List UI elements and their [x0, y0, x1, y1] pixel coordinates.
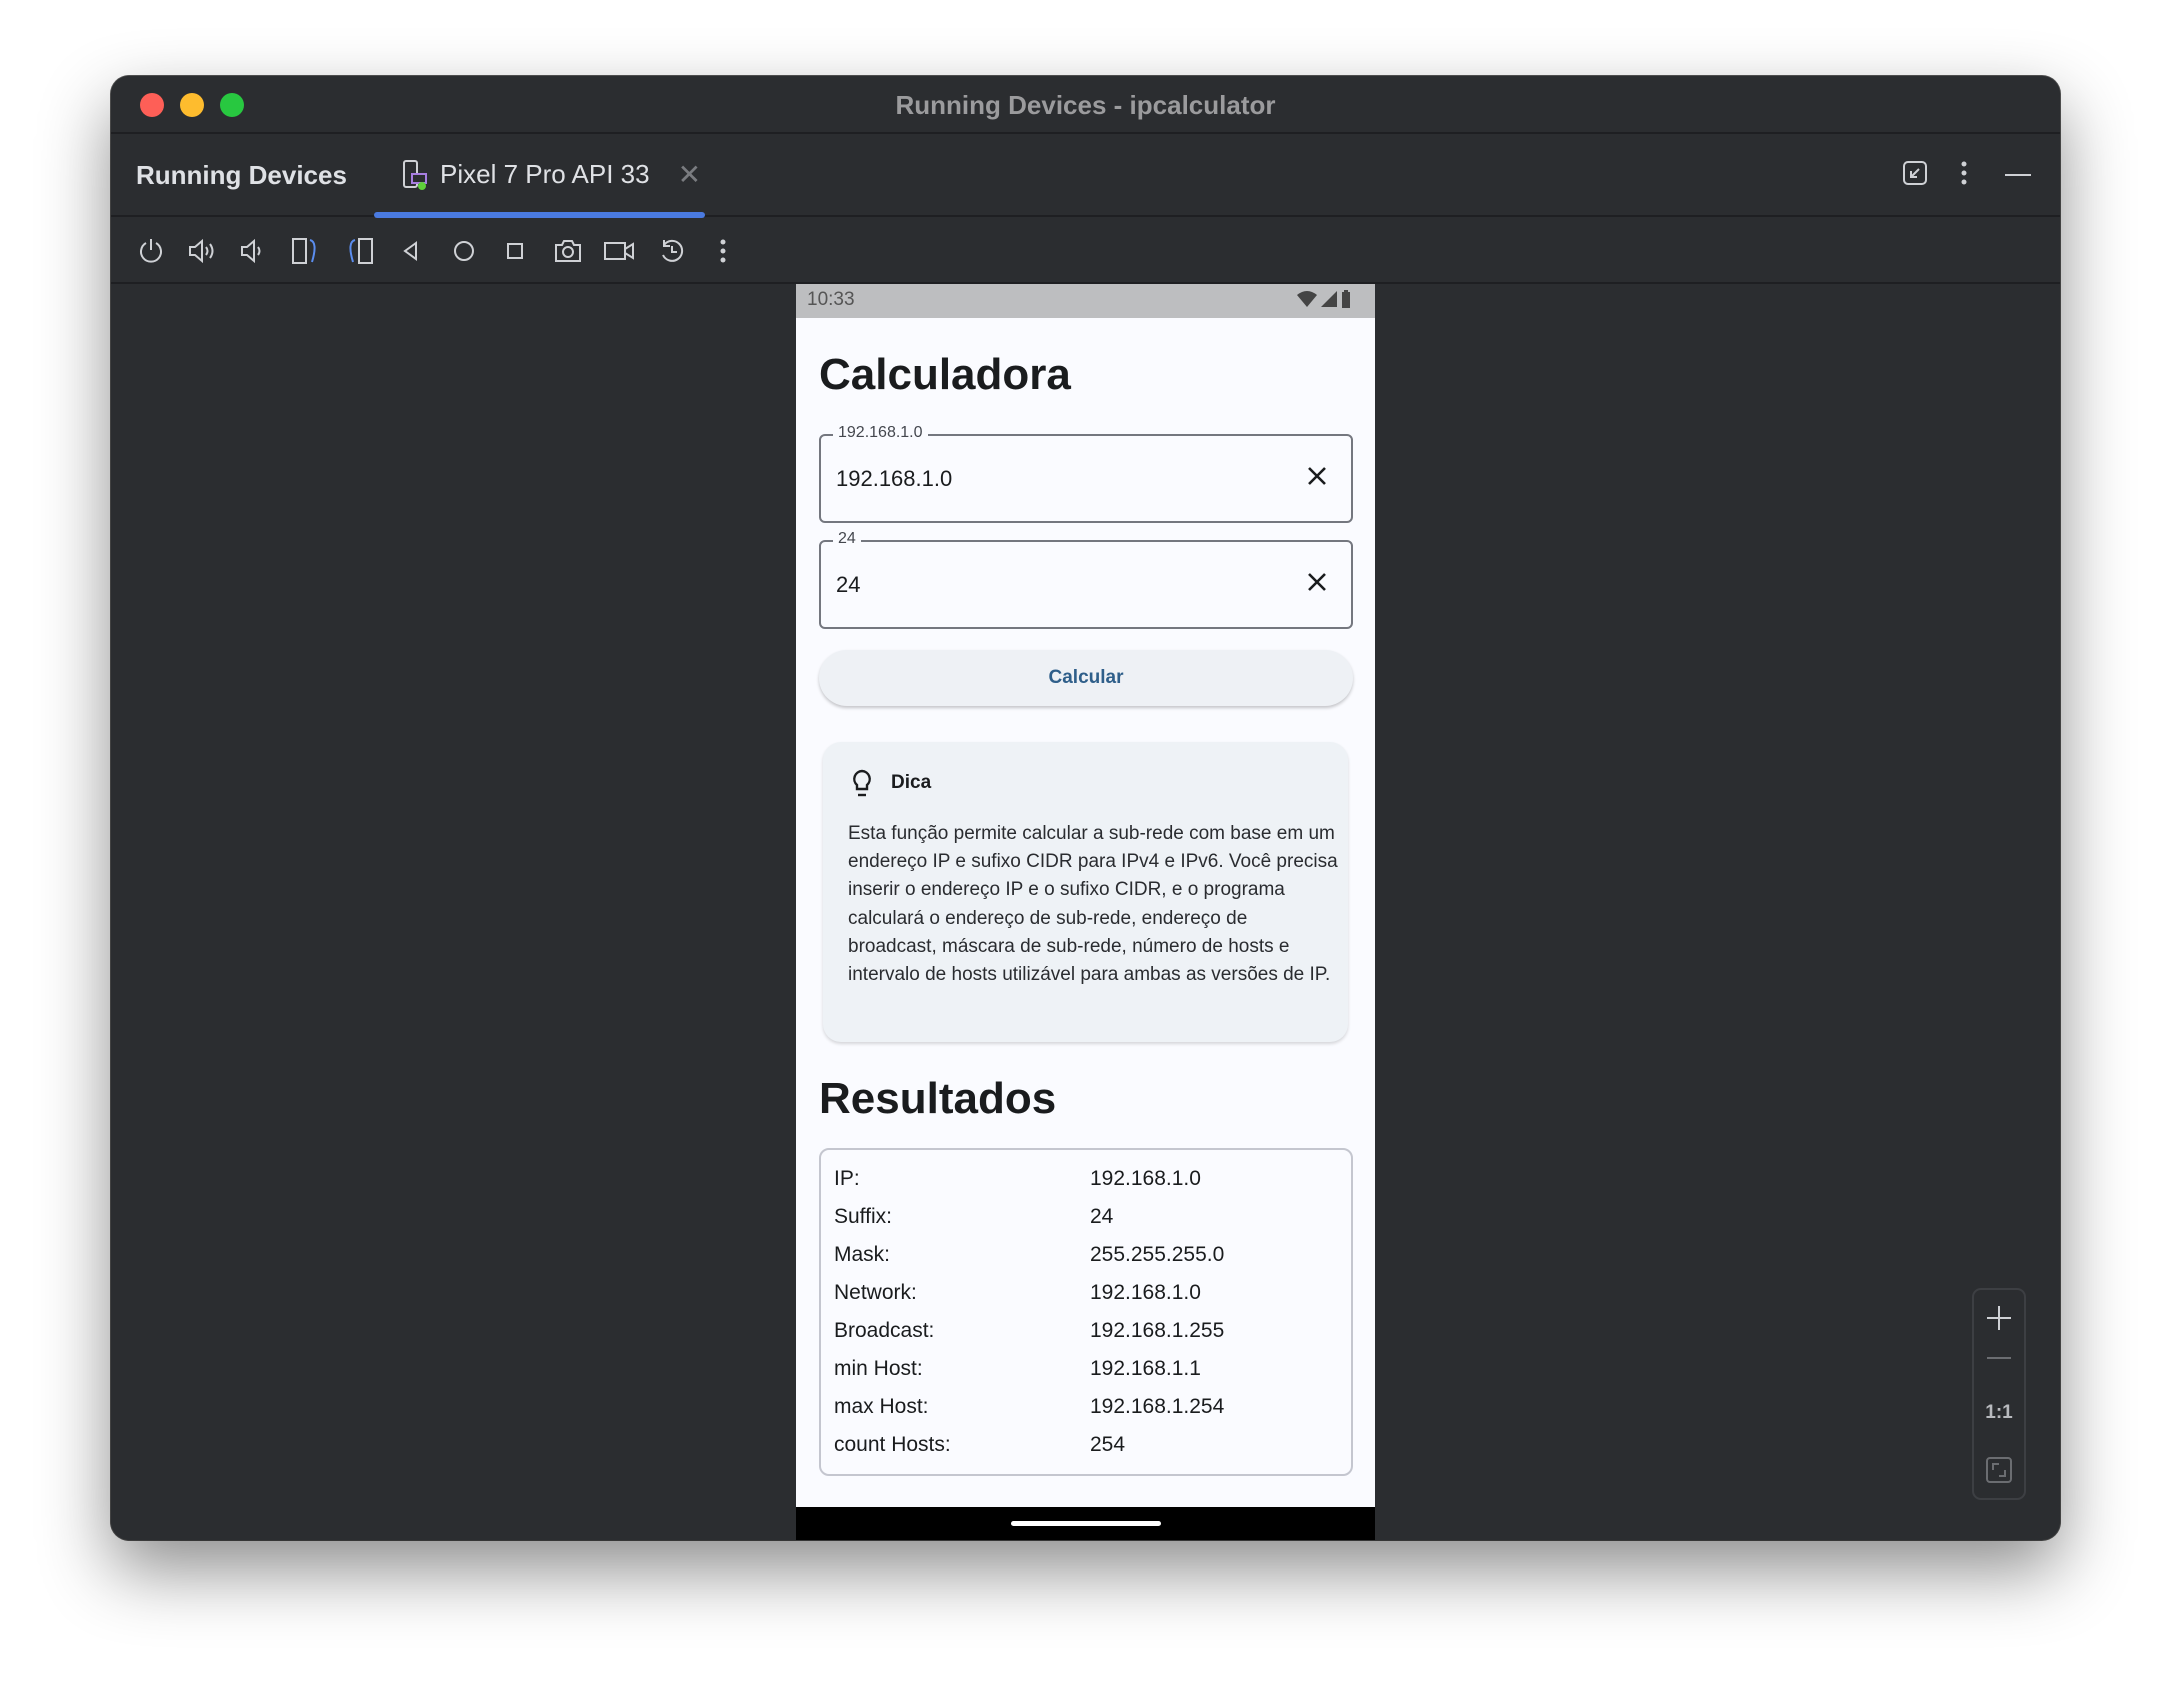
result-value: 254 [1090, 1433, 1126, 1456]
tip-title: Dica [891, 772, 932, 793]
results-table: IP: 192.168.1.0 Suffix: 24 Mask: 255.255.25… [819, 1148, 1353, 1476]
result-row: Broadcast: 192.168.1.255 [834, 1312, 1351, 1350]
calculate-button[interactable]: Calcular [819, 650, 1353, 706]
result-row: count Hosts: 254 [834, 1426, 1351, 1464]
result-row: Mask: 255.255.255.0 [834, 1236, 1351, 1274]
result-row: Suffix: 24 [834, 1198, 1351, 1236]
tab-bar: Running Devices Pixel 7 Pro API 33 ✕ [111, 134, 2060, 218]
screenshot-icon[interactable] [552, 235, 584, 267]
restore-panel-icon[interactable] [1902, 160, 1928, 193]
result-value: 24 [1090, 1205, 1114, 1228]
reset-icon[interactable] [656, 235, 688, 267]
result-value: 192.168.1.0 [1090, 1167, 1201, 1190]
ip-field-label: 192.168.1.0 [833, 424, 928, 442]
clear-icon[interactable] [1303, 462, 1331, 490]
tab-pixel-7-pro[interactable]: Pixel 7 Pro API 33 ✕ [402, 158, 701, 191]
result-row: Network: 192.168.1.0 [834, 1274, 1351, 1312]
home-icon[interactable] [448, 235, 480, 267]
results-title: Resultados [819, 1074, 1057, 1123]
result-value: 192.168.1.255 [1090, 1319, 1225, 1342]
result-row: IP: 192.168.1.0 [834, 1160, 1351, 1198]
back-icon[interactable] [395, 235, 427, 267]
zoom-out-icon[interactable] [1974, 1356, 2024, 1360]
signal-icon [1321, 291, 1337, 307]
page-title: Calculadora [819, 350, 1071, 399]
ide-window: Running Devices - ipcalculator Running D… [111, 76, 2060, 1540]
zoom-in-icon[interactable] [1974, 1304, 2024, 1332]
cidr-field-label: 24 [833, 530, 861, 548]
more-icon[interactable] [707, 235, 739, 267]
lightbulb-icon [853, 769, 871, 797]
result-label: Suffix: [834, 1205, 892, 1228]
volume-down-icon[interactable] [236, 235, 268, 267]
navigation-bar [796, 1507, 1375, 1540]
tip-body: Esta função permite calcular a sub-rede … [848, 823, 1338, 986]
screen-record-icon[interactable] [603, 235, 635, 267]
device-toolbar [111, 217, 2060, 284]
title-bar: Running Devices - ipcalculator [111, 76, 2060, 134]
result-label: Mask: [834, 1243, 891, 1266]
result-value: 192.168.1.254 [1090, 1395, 1225, 1418]
result-value: 255.255.255.0 [1090, 1243, 1225, 1266]
ip-address-field[interactable]: 192.168.1.0 192.168.1.0 [819, 424, 1353, 523]
wifi-icon [1297, 291, 1317, 307]
panel-title: Running Devices [136, 160, 347, 190]
tip-card: Dica Esta função permite calcular a sub-… [823, 742, 1348, 1042]
window-title: Running Devices - ipcalculator [895, 90, 1276, 120]
overview-icon[interactable] [499, 235, 531, 267]
result-label: count Hosts: [834, 1433, 951, 1456]
result-label: IP: [834, 1167, 860, 1190]
clear-icon[interactable] [1303, 568, 1331, 596]
cidr-field-value: 24 [836, 572, 861, 597]
home-indicator[interactable] [1011, 1521, 1161, 1526]
hide-panel-icon[interactable] [2005, 174, 2031, 176]
cidr-suffix-field[interactable]: 24 24 [819, 530, 1353, 629]
fit-screen-icon[interactable] [1974, 1456, 2024, 1484]
more-options-icon[interactable] [1959, 160, 1969, 193]
result-value: 192.168.1.1 [1090, 1357, 1201, 1380]
result-label: Network: [834, 1281, 917, 1304]
status-bar: 10:33 [796, 284, 1375, 318]
result-label: max Host: [834, 1395, 929, 1418]
close-tab-icon[interactable]: ✕ [678, 158, 701, 191]
status-time: 10:33 [807, 289, 855, 310]
device-screen[interactable]: 10:33 Calculadora 192.168.1.0 192.168.1.… [796, 284, 1375, 1540]
actual-size-button[interactable]: 1:1 [1974, 1402, 2024, 1424]
volume-up-icon[interactable] [186, 235, 218, 267]
device-icon [403, 159, 427, 190]
rotate-right-icon[interactable] [344, 235, 376, 267]
power-icon[interactable] [135, 235, 167, 267]
result-label: Broadcast: [834, 1319, 935, 1342]
rotate-left-icon[interactable] [290, 235, 322, 267]
result-value: 192.168.1.0 [1090, 1281, 1201, 1304]
tab-label: Pixel 7 Pro API 33 [440, 159, 650, 189]
result-label: min Host: [834, 1357, 923, 1380]
result-row: max Host: 192.168.1.254 [834, 1388, 1351, 1426]
battery-icon [1342, 290, 1350, 308]
result-row: min Host: 192.168.1.1 [834, 1350, 1351, 1388]
zoom-controls: 1:1 [1972, 1288, 2026, 1500]
ip-field-value: 192.168.1.0 [836, 466, 953, 491]
